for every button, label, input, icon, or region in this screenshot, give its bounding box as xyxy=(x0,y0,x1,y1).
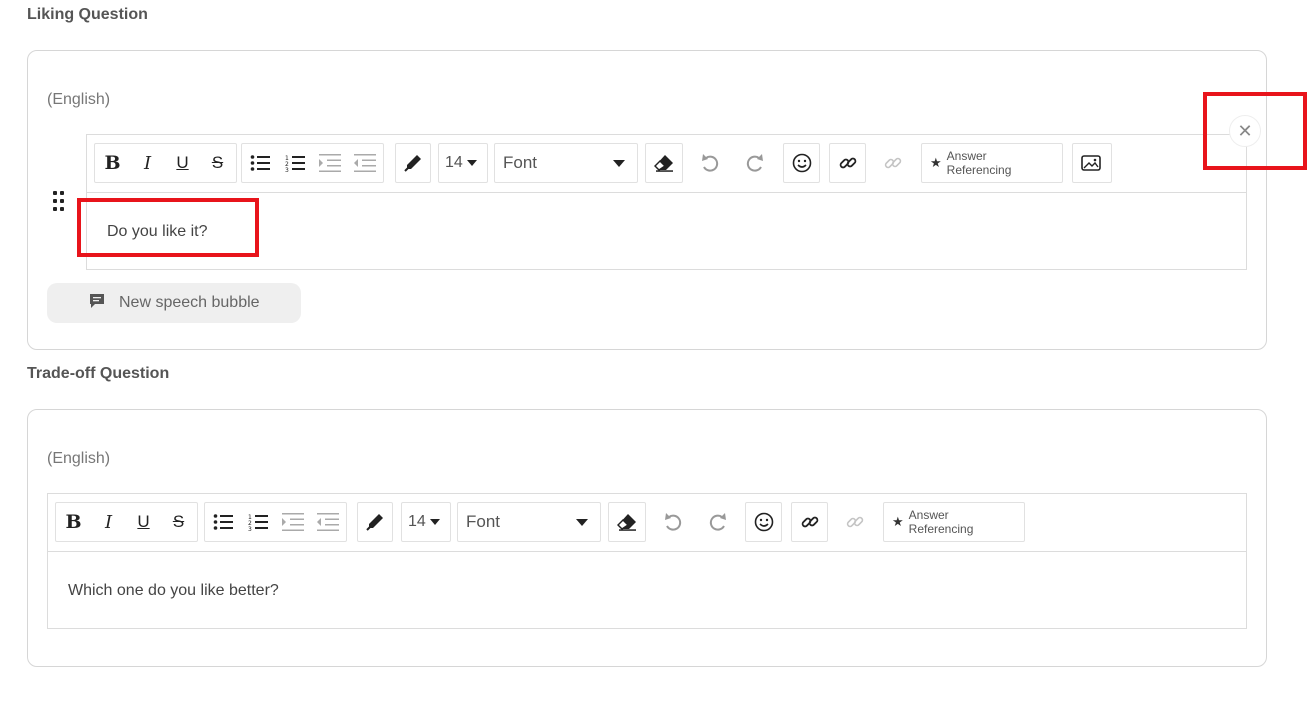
bold-icon[interactable]: B xyxy=(56,503,91,541)
tradeoff-question-card: (English) B I U S 123 14 Font ★ Answer R… xyxy=(27,409,1267,667)
highlight-box-content xyxy=(77,198,259,257)
font-size-select[interactable]: 14 xyxy=(438,143,488,183)
bold-icon[interactable]: B xyxy=(95,144,130,182)
svg-text:3: 3 xyxy=(248,526,252,531)
italic-icon[interactable]: I xyxy=(91,503,126,541)
text-color-icon[interactable] xyxy=(396,144,430,182)
editor-content[interactable]: Which one do you like better? xyxy=(68,582,279,600)
indent-icon[interactable] xyxy=(312,144,347,182)
text-color-icon[interactable] xyxy=(358,503,392,541)
font-family-value: Font xyxy=(466,512,501,531)
numbered-list-icon[interactable]: 123 xyxy=(277,144,312,182)
font-size-value: 14 xyxy=(445,154,463,171)
star-icon: ★ xyxy=(892,514,904,529)
answer-referencing-button[interactable]: ★ Answer Referencing xyxy=(921,143,1063,183)
eraser-icon[interactable] xyxy=(609,503,644,541)
font-size-value: 14 xyxy=(408,513,426,530)
section-title-tradeoff: Trade-off Question xyxy=(27,365,170,382)
outdent-icon[interactable] xyxy=(310,503,345,541)
font-size-select[interactable]: 14 xyxy=(401,502,451,542)
text-color-group xyxy=(395,143,431,183)
answer-referencing-button[interactable]: ★ Answer Referencing xyxy=(883,502,1025,542)
unlink-icon[interactable] xyxy=(837,503,872,541)
rich-text-editor: B I U S 123 14 Font ★ Answer Referencing… xyxy=(47,493,1247,629)
link-group xyxy=(791,502,828,542)
strikethrough-icon[interactable]: S xyxy=(200,144,235,182)
unlink-icon[interactable] xyxy=(875,144,910,182)
drag-handle-icon[interactable] xyxy=(52,191,66,213)
font-family-select[interactable]: Font xyxy=(457,502,601,542)
redo-icon[interactable] xyxy=(700,503,735,541)
strikethrough-icon[interactable]: S xyxy=(161,503,196,541)
star-icon: ★ xyxy=(930,155,942,170)
speech-bubble-label: New speech bubble xyxy=(119,294,260,311)
indent-icon[interactable] xyxy=(275,503,310,541)
highlight-box-close xyxy=(1203,92,1307,170)
speech-bubble-icon xyxy=(90,294,104,308)
undo-icon[interactable] xyxy=(692,144,727,182)
chevron-down-icon xyxy=(466,160,477,166)
undo-icon[interactable] xyxy=(655,503,690,541)
rich-text-editor: B I U S 123 14 Font ★ Answer Referencing… xyxy=(86,134,1247,270)
language-label: (English) xyxy=(47,450,111,467)
new-speech-bubble-button[interactable]: New speech bubble xyxy=(47,283,301,323)
answer-referencing-label: Answer Referencing xyxy=(908,508,974,536)
eraser-group xyxy=(608,502,646,542)
emoji-icon[interactable] xyxy=(784,144,819,182)
link-group xyxy=(829,143,866,183)
format-group: B I U S xyxy=(94,143,237,183)
chevron-down-icon xyxy=(576,518,588,526)
image-group xyxy=(1072,143,1112,183)
link-icon[interactable] xyxy=(830,144,865,182)
answer-referencing-label: Answer Referencing xyxy=(946,149,1012,177)
language-label: (English) xyxy=(47,91,111,108)
section-title-liking: Liking Question xyxy=(27,6,148,23)
emoji-group xyxy=(745,502,782,542)
bullet-list-icon[interactable] xyxy=(242,144,277,182)
editor-toolbar: B I U S 123 14 Font ★ Answer Referencing xyxy=(87,135,1246,193)
underline-icon[interactable]: U xyxy=(126,503,161,541)
image-icon[interactable] xyxy=(1073,144,1108,182)
numbered-list-icon[interactable]: 123 xyxy=(240,503,275,541)
outdent-icon[interactable] xyxy=(347,144,382,182)
chevron-down-icon xyxy=(613,159,625,167)
format-group: B I U S xyxy=(55,502,198,542)
font-family-value: Font xyxy=(503,153,538,172)
list-group: 123 xyxy=(204,502,347,542)
eraser-icon[interactable] xyxy=(646,144,681,182)
link-icon[interactable] xyxy=(792,503,827,541)
list-group: 123 xyxy=(241,143,384,183)
emoji-group xyxy=(783,143,820,183)
svg-text:3: 3 xyxy=(285,167,289,172)
bullet-list-icon[interactable] xyxy=(205,503,240,541)
redo-icon[interactable] xyxy=(737,144,772,182)
italic-icon[interactable]: I xyxy=(130,144,165,182)
eraser-group xyxy=(645,143,683,183)
text-color-group xyxy=(357,502,393,542)
editor-toolbar: B I U S 123 14 Font ★ Answer Referencing xyxy=(48,494,1246,552)
font-family-select[interactable]: Font xyxy=(494,143,638,183)
emoji-icon[interactable] xyxy=(746,503,781,541)
underline-icon[interactable]: U xyxy=(165,144,200,182)
chevron-down-icon xyxy=(429,519,440,525)
